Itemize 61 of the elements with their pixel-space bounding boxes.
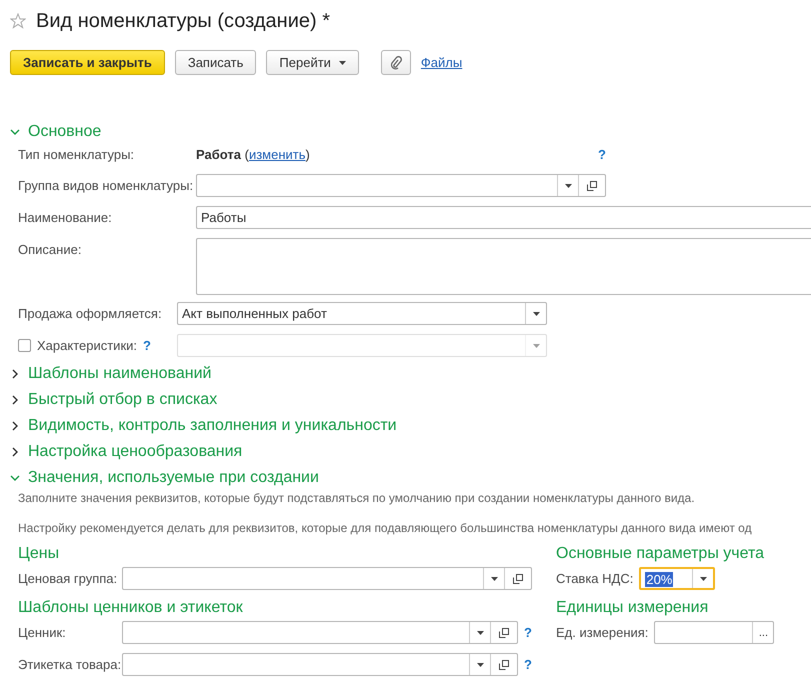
- dropdown-arrow-icon: [564, 184, 572, 188]
- field-label: Описание:: [18, 241, 82, 259]
- select-field[interactable]: [122, 567, 532, 590]
- toolbar-button[interactable]: Записать и закрыть: [10, 50, 165, 75]
- favorite-star-icon[interactable]: [10, 13, 26, 29]
- field-label: Ед. измерения:: [556, 624, 648, 642]
- open-icon: [513, 574, 523, 584]
- section-title[interactable]: Шаблоны наименований: [28, 365, 212, 383]
- toolbar-button[interactable]: Записать: [174, 50, 256, 75]
- select-field[interactable]: [122, 653, 518, 676]
- field-label: Наименование:: [18, 209, 113, 227]
- chevron-right-icon[interactable]: [10, 421, 20, 431]
- text-field[interactable]: Работы: [196, 206, 811, 229]
- text-area[interactable]: [196, 238, 811, 295]
- files-link[interactable]: Файлы: [420, 55, 462, 70]
- section-title[interactable]: Значения, используемые при создании: [28, 469, 319, 487]
- type-value: Работа (изменить): [196, 146, 310, 164]
- help-icon[interactable]: ?: [598, 145, 606, 165]
- help-icon[interactable]: ?: [524, 625, 532, 640]
- choice-field[interactable]: ...: [654, 621, 774, 644]
- dropdown-arrow-icon: [532, 312, 540, 316]
- select-field[interactable]: [196, 174, 606, 197]
- menu-button[interactable]: Перейти: [266, 50, 359, 75]
- select-field[interactable]: [122, 621, 518, 644]
- section-title[interactable]: Основное: [28, 123, 102, 141]
- dropdown-arrow-icon: [476, 662, 484, 666]
- chevron-down-icon[interactable]: [10, 127, 20, 137]
- dropdown-arrow-icon: [700, 576, 707, 580]
- group-title: Шаблоны ценников и этикеток: [18, 599, 244, 617]
- open-icon: [499, 628, 510, 638]
- chevron-right-icon[interactable]: [10, 369, 20, 379]
- help-icon[interactable]: ?: [524, 657, 532, 672]
- field-label: Группа видов номенклатуры:: [18, 177, 194, 195]
- open-icon: [587, 180, 597, 190]
- open-icon: [499, 660, 510, 670]
- chevron-right-icon[interactable]: [10, 395, 20, 405]
- field-label: Тип номенклатуры:: [18, 146, 136, 164]
- field-label: Ценник:: [18, 624, 67, 642]
- attach-button[interactable]: [380, 50, 411, 75]
- window-title: Вид номенклатуры (создание) *: [36, 10, 330, 32]
- group-title: Единицы измерения: [556, 599, 710, 617]
- field-label: Ценовая группа:: [18, 570, 116, 588]
- field-label: Ставка НДС:: [556, 570, 634, 588]
- checkbox-label: Характеристики:: [37, 337, 138, 355]
- section-title[interactable]: Быстрый отбор в списках: [28, 391, 218, 409]
- dropdown-arrow-icon: [476, 630, 484, 634]
- group-title: Основные параметры учета: [556, 545, 766, 563]
- dropdown-arrow-icon: [490, 576, 498, 580]
- select-field[interactable]: 20%: [639, 567, 716, 590]
- dropdown-arrow-icon: [338, 60, 346, 64]
- chevron-down-icon[interactable]: [10, 473, 20, 483]
- select-field[interactable]: Акт выполненных работ: [177, 302, 547, 325]
- hint-text: Заполните значения реквизитов, которые будут подставляться по умолчанию при создании номенклатуры данного вида.: [17, 491, 696, 505]
- chevron-right-icon[interactable]: [10, 447, 20, 457]
- group-title: Цены: [18, 545, 60, 563]
- section-title[interactable]: Видимость, контроль заполнения и уникальности: [28, 417, 397, 435]
- hint-text: Настройку рекомендуется делать для реквизитов, которые для подавляющего большинства номенклатуры данного вида имеют од: [17, 521, 753, 535]
- dropdown-arrow-icon: [532, 344, 540, 348]
- field-label: Продажа оформляется:: [18, 305, 163, 323]
- paperclip-icon: [390, 56, 402, 70]
- section-title[interactable]: Настройка ценообразования: [28, 443, 242, 461]
